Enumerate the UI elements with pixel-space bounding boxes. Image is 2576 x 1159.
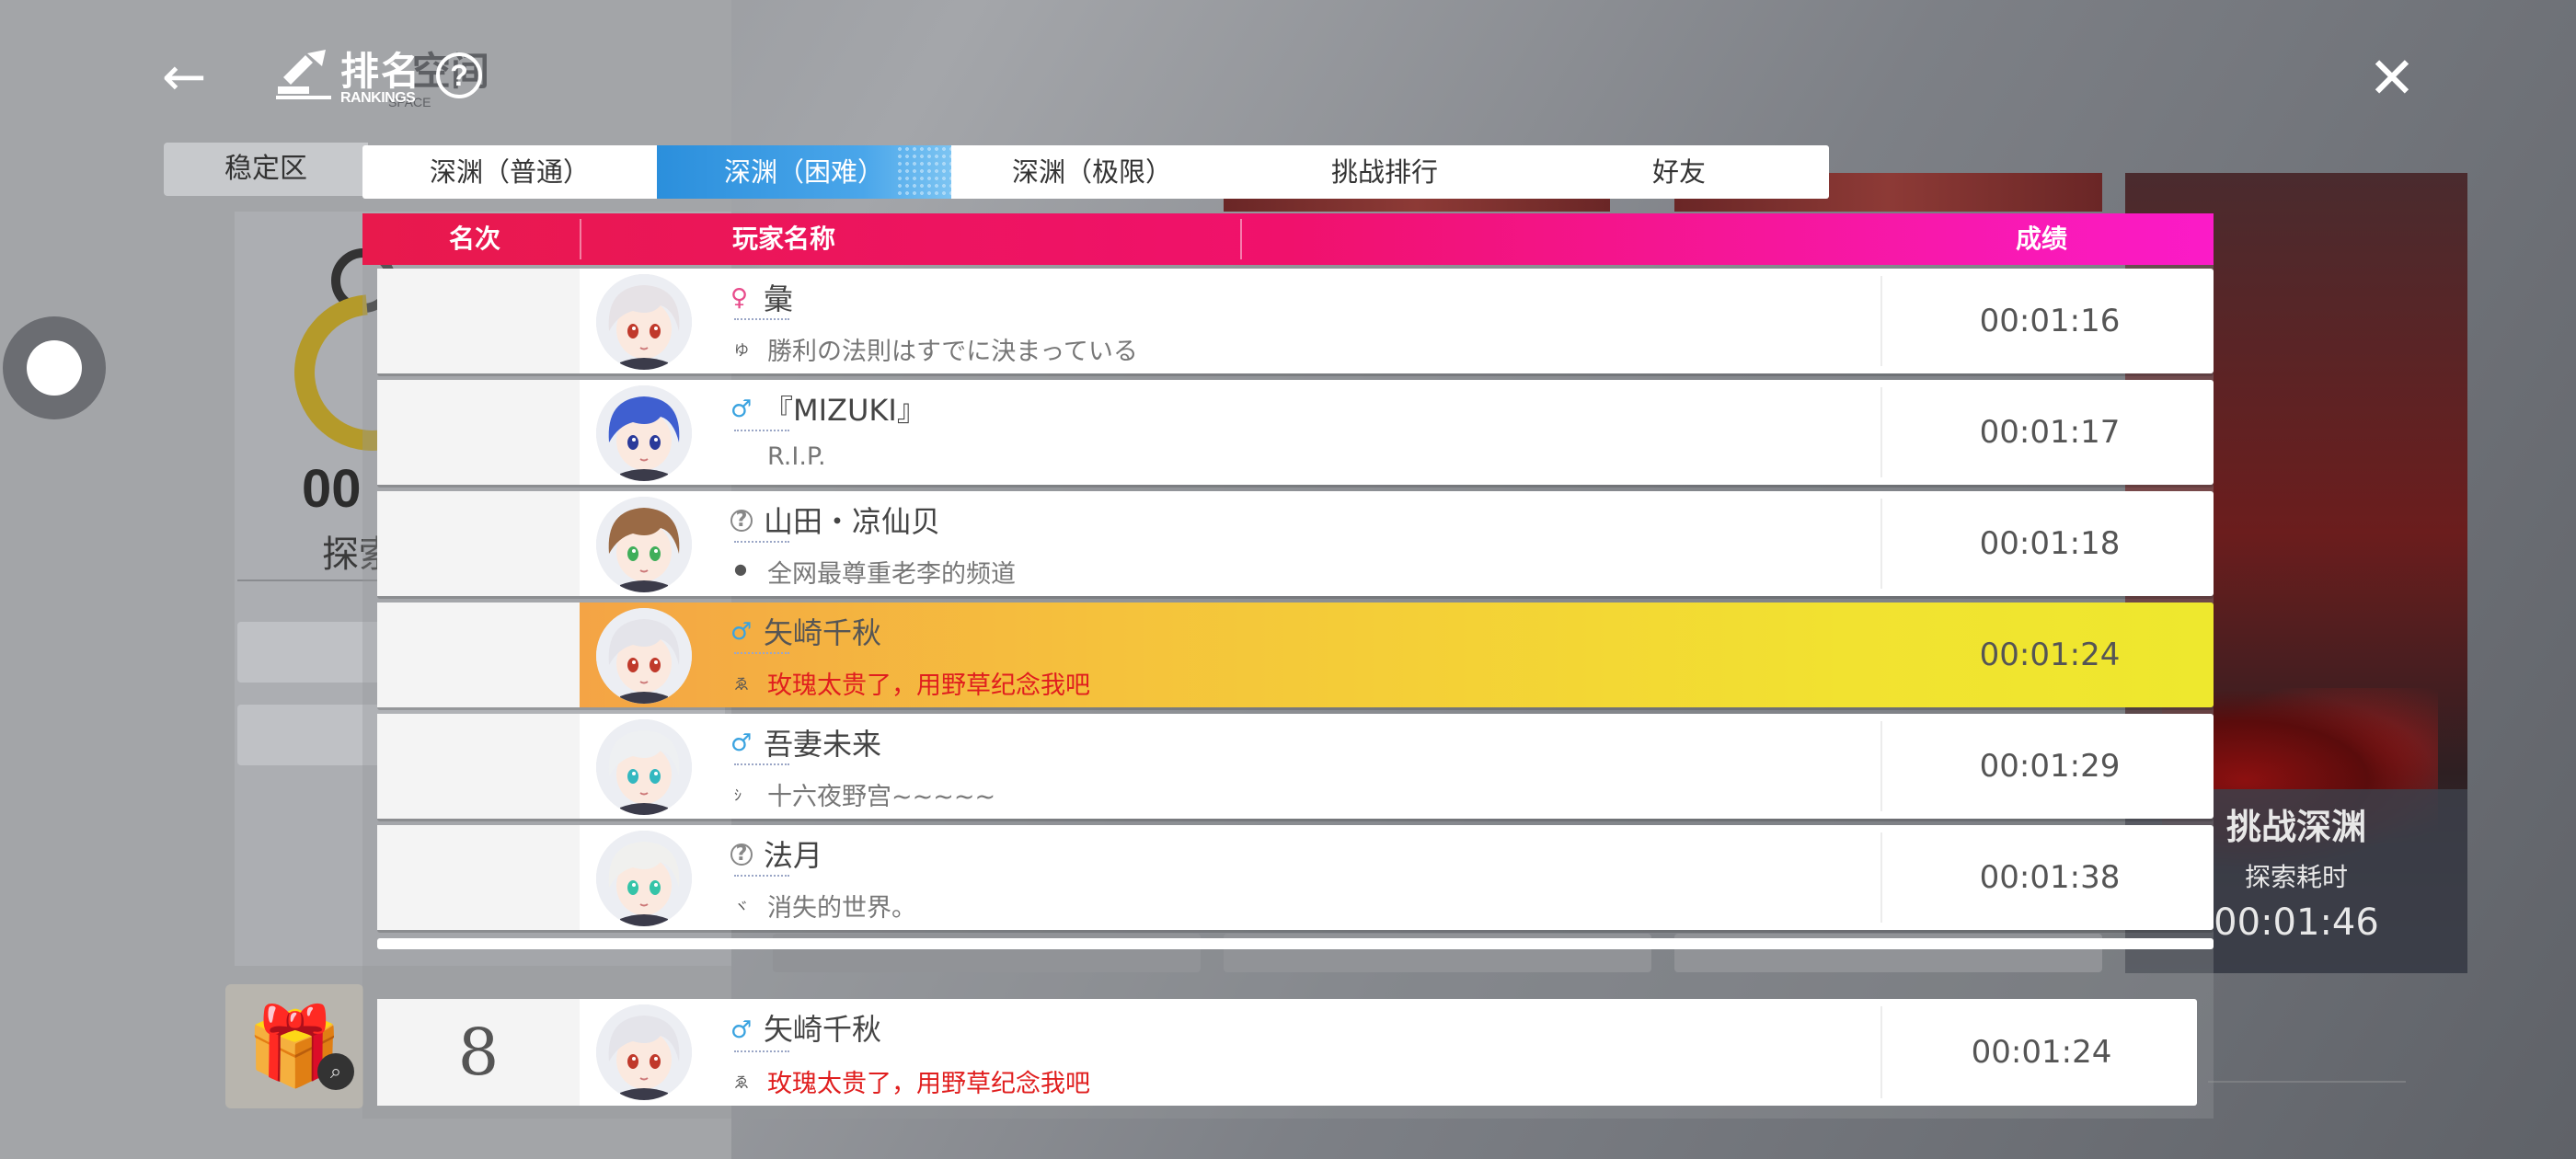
avatar[interactable] [596,831,692,926]
background-divider [2208,1081,2406,1083]
header-score: 成绩 [2016,224,2068,254]
player-name: 吾妻未来 [764,727,882,762]
male-icon: ♂ [730,396,753,423]
tab-friends[interactable]: 好友 [1536,145,1822,199]
header-divider [1240,219,1242,259]
name-underline [734,652,789,654]
zoom-icon[interactable]: ⌕ [317,1053,354,1090]
male-icon: ♂ [730,618,753,646]
signature-icon: ゑ [734,1073,750,1091]
player-signature: 玫瑰太贵了，用野草纪念我吧 [767,1070,1090,1098]
table-row[interactable]: ♂ 『MIZUKI』 R.I.P. 00:01:17 [377,380,2214,485]
rank-cell [377,825,580,930]
header-rank: 名次 [449,224,501,254]
signature-icon: ｼ [734,786,742,804]
name-underline [734,1050,789,1052]
player-signature: 玫瑰太贵了，用野草纪念我吧 [767,671,1090,700]
rank-cell [377,602,580,707]
unknown-gender-icon: ? [730,843,753,866]
player-signature: R.I.P. [767,442,826,471]
floating-assistant-icon[interactable] [3,316,106,419]
player-signature: 消失的世界。 [767,894,916,923]
male-icon: ♂ [730,1016,753,1044]
player-signature: 全网最尊重老李的频道 [767,560,1016,589]
avatar[interactable] [596,497,692,592]
table-row[interactable]: ? 法月 ヾ 消失的世界。 00:01:38 [377,825,2214,930]
rank-cell [377,380,580,485]
rankings-logo-icon [276,50,331,99]
player-signature: 勝利の法則はすでに決まっている [767,338,1138,366]
table-row[interactable]: ♂ 吾妻未来 ｼ 十六夜野宫~~~~~ 00:01:29 [377,714,2214,819]
header-player-name: 玩家名称 [732,224,836,254]
score-divider [1880,276,1882,366]
name-underline [734,430,789,431]
name-underline [734,318,789,320]
page-subtitle: RANKINGS [340,90,416,106]
avatar[interactable] [596,719,692,815]
player-name: 矢崎千秋 [764,615,882,650]
tab-abyss-hard[interactable]: 深渊（困难） [657,145,951,199]
player-score: 00:01:17 [1979,414,2121,451]
player-name: 矢崎千秋 [764,1012,882,1047]
score-divider [1880,832,1882,923]
avatar[interactable] [596,1004,692,1100]
tab-abyss-normal[interactable]: 深渊（普通） [362,145,657,199]
rank-cell [377,269,580,373]
male-icon: ♂ [730,729,753,757]
background-left-value: 00 [302,459,362,519]
player-score: 00:01:38 [1979,859,2121,896]
signature-icon: ヾ [734,898,750,915]
ranking-tabs: 深渊（普通） 深渊（困难） 深渊（极限） 挑战排行 好友 [362,145,1829,199]
female-icon: ♀ [730,284,749,312]
player-name: 山田・凉仙贝 [764,504,941,539]
rank-cell [377,714,580,819]
player-score: 00:01:24 [1979,637,2121,673]
name-underline [734,875,789,877]
help-icon[interactable]: ? [436,52,482,98]
header-divider [580,219,581,259]
score-divider [1880,499,1882,589]
name-underline [734,541,789,543]
tab-stable-zone[interactable]: 稳定区 [164,143,368,196]
page-title: 排名 [340,49,422,94]
table-header: 名次 玩家名称 成绩 [362,213,2214,265]
table-row-partial [377,938,2214,949]
leaderboard-list[interactable]: ♀ 彙 ゆ 勝利の法則はすでに決まっている 00:01:16 ♂ 『MIZUKI… [377,269,2214,949]
close-button[interactable]: ✕ [2360,46,2424,110]
score-divider [1880,1006,1882,1098]
tab-abyss-extreme[interactable]: 深渊（极限） [951,145,1233,199]
player-score: 00:01:16 [1979,303,2121,339]
name-underline [734,763,789,765]
rank-cell [377,491,580,596]
back-button[interactable]: ← [156,44,212,109]
player-score: 00:01:29 [1979,748,2121,785]
score-divider [1880,721,1882,811]
signature-icon: ゑ [734,675,750,693]
player-signature: 十六夜野宫~~~~~ [767,783,996,811]
own-rank-row[interactable]: 8 ♂ 矢崎千秋 ゑ 玫瑰太贵了，用野草纪念我吧 00:01:24 [377,999,2197,1106]
table-row[interactable]: ♀ 彙 ゆ 勝利の法則はすでに決まっている 00:01:16 [377,269,2214,373]
gift-icon[interactable]: 🎁 [225,984,363,1108]
table-row-highlighted[interactable]: ♂ 矢崎千秋 ゑ 玫瑰太贵了，用野草纪念我吧 00:01:24 [377,602,2214,707]
player-score: 00:01:18 [1979,525,2121,562]
signature-icon: ● [734,560,747,578]
signature-icon: ゆ [734,341,750,359]
tab-challenge-ranking[interactable]: 挑战排行 [1233,145,1536,199]
score-divider [1880,387,1882,477]
avatar[interactable] [596,274,692,370]
avatar[interactable] [596,608,692,704]
avatar[interactable] [596,385,692,481]
player-name: 『MIZUKI』 [764,393,926,428]
unknown-gender-icon: ? [730,510,753,532]
player-name: 彙 [764,281,794,316]
table-row[interactable]: ? 山田・凉仙贝 ● 全网最尊重老李的频道 00:01:18 [377,491,2214,596]
player-name: 法月 [764,838,823,873]
own-rank: 8 [377,999,580,1106]
player-score: 00:01:24 [1971,1034,2112,1071]
